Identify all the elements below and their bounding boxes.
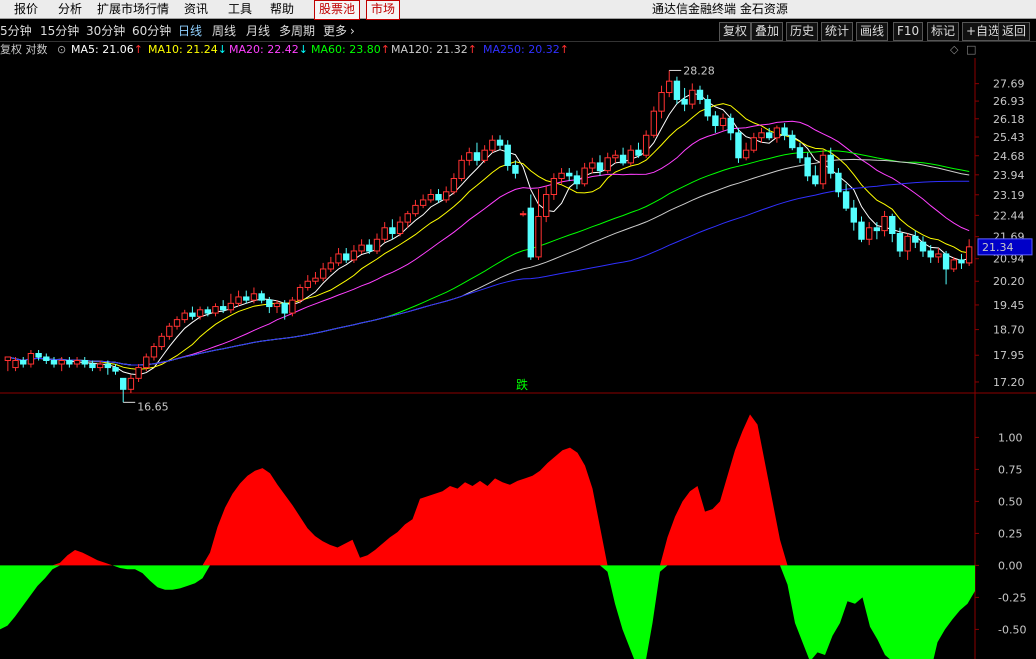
signal-label: 跌 [516,377,528,392]
ma-legend-item: MA250: 20.32↑ [483,42,569,58]
indicator-tick-label: 0.75 [998,463,1023,476]
period-tab-8[interactable]: 更多 [323,23,347,39]
ma-legend-label: MA20: 22.42 [229,43,299,56]
ma-arrow-icon: ↑ [467,43,477,56]
toolbar-button-4[interactable]: 画线 [856,22,889,41]
price-tick-label: 20.20 [993,275,1025,288]
toolbar-button-0[interactable]: 复权 [719,22,752,41]
period-tab-6[interactable]: 月线 [246,23,270,39]
moving-average-legend: 复权 对数 ⊙ MA5: 21.06↑ MA10: 21.24↓ MA20: 22.42… [0,42,1000,58]
ma-legend-item: MA5: 21.06↑ [71,42,143,58]
menu-bar: 报价 分析 扩展市场行情 资讯 工具 帮助 股票池 市场 [0,0,1036,20]
menu-item-2[interactable]: 扩展市场行情 [97,0,169,18]
ma-arrow-icon: ↓ [298,43,308,56]
toolbar-button-1[interactable]: 叠加 [751,22,784,41]
menu-item-4[interactable]: 工具 [228,0,252,18]
indicator-tick-label: -0.50 [998,623,1026,636]
candle[interactable] [289,296,296,317]
menu-item-3[interactable]: 资讯 [184,0,208,18]
indicator-tick-label: -0.25 [998,591,1026,604]
collapse-icon[interactable]: □ [966,42,976,58]
candle[interactable] [735,127,742,163]
price-tick-label: 23.19 [993,189,1025,202]
low-price-label: 16.65 [137,400,169,413]
indicator-tick-label: 0.00 [998,559,1023,572]
price-tick-label: 25.43 [993,131,1025,144]
ma-arrow-icon: ↑ [380,43,390,56]
indicator-tick-label: 0.50 [998,495,1023,508]
toolbar-button-6[interactable]: 标记 [927,22,960,41]
indicator-tick-label: 0.25 [998,527,1023,540]
ma-arrow-icon: ↑ [133,43,143,56]
price-tick-label: 18.70 [993,324,1025,337]
menu-tab-1[interactable]: 市场 [366,0,401,20]
toolbar-button-8[interactable]: 返回 [998,22,1031,41]
diamond-icon[interactable]: ◇ [950,42,958,58]
menu-item-0[interactable]: 报价 [14,0,38,18]
ma-arrow-icon: ↓ [217,43,227,56]
price-tick-label: 23.94 [993,169,1025,182]
ma-legend-label: MA250: 20.32 [483,43,560,56]
indicator-tick-label: 1.00 [998,431,1023,444]
current-price-label: 21.34 [982,241,1014,254]
toolbar-button-2[interactable]: 历史 [786,22,819,41]
price-chart[interactable]: 27.69 26.93 26.18 25.43 24.68 23.94 23.19 22.44… [0,58,1036,659]
price-tick-label: 19.45 [993,299,1025,312]
period-tab-4[interactable]: 日线 [178,23,202,39]
ma-legend-item: MA20: 22.42↓ [229,42,308,58]
app-title: 通达信金融终端 金石资源 [652,2,788,16]
period-tab-3[interactable]: 60分钟 [132,23,171,39]
period-tab-0[interactable]: 5分钟 [0,23,32,39]
candle[interactable] [296,284,304,304]
price-tick-label: 26.18 [993,113,1025,126]
period-tab-7[interactable]: 多周期 [279,23,315,39]
price-tick-label: 22.44 [993,209,1025,222]
menu-item-1[interactable]: 分析 [58,0,82,18]
price-tick-label: 26.93 [993,95,1025,108]
ma-legend-label: MA5: 21.06 [71,43,134,56]
period-toolbar: 5分钟 15分钟 30分钟 60分钟 日线 周线 月线 多周期 更多 › 复权 叠加 历史 统计 画线 F10… [0,21,1036,42]
ma-legend-item: MA10: 21.24↓ [148,42,227,58]
ma-legend-item: MA60: 23.80↑ [311,42,390,58]
ma-legend-label: MA10: 21.24 [148,43,218,56]
price-tick-label: 17.95 [993,349,1025,362]
ma-legend-label: MA60: 23.80 [311,43,381,56]
candle[interactable] [819,150,827,190]
period-tab-1[interactable]: 15分钟 [40,23,79,39]
mode-dropdown-icon[interactable]: ⊙ [57,42,66,58]
price-tick-label: 27.69 [993,78,1025,91]
price-tick-label: 24.68 [993,150,1025,163]
candle[interactable] [650,106,658,138]
high-price-label: 28.28 [683,64,715,77]
more-chevron-icon[interactable]: › [350,23,355,39]
menu-tab-0[interactable]: 股票池 [314,0,361,20]
ma-legend-item: MA120: 21.32↑ [391,42,477,58]
price-tick-label: 17.20 [993,376,1025,389]
toolbar-button-3[interactable]: 统计 [821,22,854,41]
chart-mode-label[interactable]: 复权 对数 [0,42,48,58]
menu-item-5[interactable]: 帮助 [270,0,294,18]
ma-arrow-icon: ↑ [559,43,569,56]
ma-legend-label: MA120: 21.32 [391,43,468,56]
period-tab-2[interactable]: 30分钟 [86,23,125,39]
toolbar-button-5[interactable]: F10 [893,22,924,41]
period-tab-5[interactable]: 周线 [212,23,236,39]
